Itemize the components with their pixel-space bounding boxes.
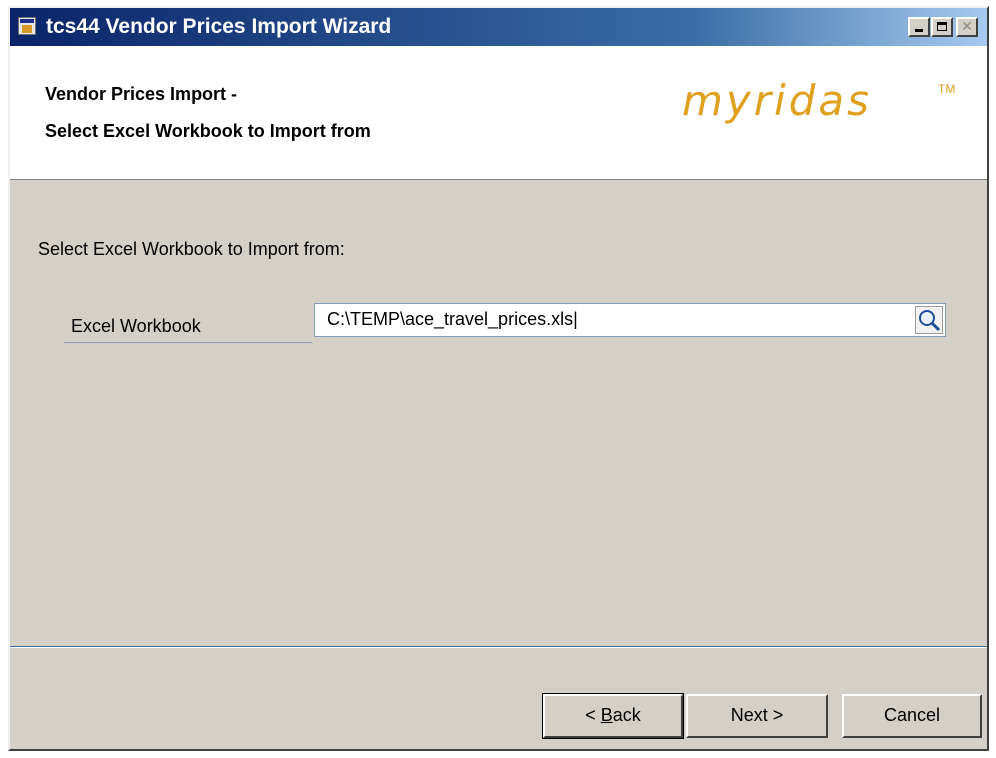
wizard-header: Vendor Prices Import - Select Excel Work… bbox=[10, 46, 987, 180]
maximize-icon bbox=[937, 22, 947, 31]
excel-workbook-input[interactable]: C:\TEMP\ace_travel_prices.xls| bbox=[314, 303, 946, 337]
window-app-icon[interactable] bbox=[18, 17, 36, 35]
magnifier-icon bbox=[919, 310, 941, 332]
myridas-logo: myridas bbox=[682, 76, 872, 125]
section-label: Select Excel Workbook to Import from: bbox=[38, 239, 345, 259]
window-title: tcs44 Vendor Prices Import Wizard bbox=[46, 15, 392, 38]
back-button[interactable]: < Back bbox=[542, 693, 684, 739]
wizard-window: tcs44 Vendor Prices Import Wizard ✕ Vend… bbox=[8, 6, 989, 751]
next-button[interactable]: Next > bbox=[686, 694, 828, 738]
browse-button[interactable] bbox=[915, 306, 943, 334]
header-title: Vendor Prices Import - bbox=[45, 84, 238, 104]
minimize-button[interactable] bbox=[908, 17, 930, 37]
title-bar[interactable]: tcs44 Vendor Prices Import Wizard ✕ bbox=[10, 8, 987, 46]
close-button[interactable]: ✕ bbox=[956, 17, 978, 37]
trademark-mark: TM bbox=[938, 82, 956, 96]
excel-workbook-label: Excel Workbook bbox=[71, 316, 201, 336]
cancel-button[interactable]: Cancel bbox=[842, 694, 982, 738]
maximize-button[interactable] bbox=[931, 17, 953, 37]
field-label-underline bbox=[64, 342, 312, 343]
minimize-icon bbox=[915, 29, 923, 32]
header-subtitle: Select Excel Workbook to Import from bbox=[45, 121, 371, 141]
excel-workbook-path[interactable]: C:\TEMP\ace_travel_prices.xls| bbox=[327, 309, 578, 330]
close-icon: ✕ bbox=[961, 18, 973, 34]
